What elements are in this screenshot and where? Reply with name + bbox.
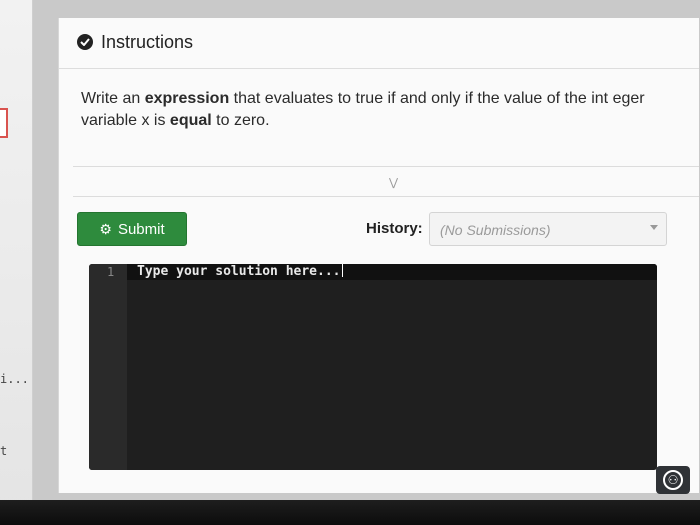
instructions-header[interactable]: Instructions [59,18,699,69]
divider [73,166,699,167]
left-panel: i... t [0,0,33,525]
instructions-card: Instructions Write an expression that ev… [58,18,699,493]
double-chevron-down-icon[interactable]: ⋁ [389,176,398,189]
history-label: History: [366,220,423,237]
divider [73,196,699,197]
history-select[interactable]: (No Submissions) [429,212,667,246]
chevron-down-icon [650,225,658,230]
text-cursor [341,264,343,277]
left-snippet-1: i... [0,372,29,386]
alert-marker [0,108,8,138]
check-circle-icon [77,34,93,50]
keyword-equal: equal [169,112,212,129]
editor-placeholder[interactable]: Type your solution here... [137,264,343,280]
submit-button[interactable]: ⚙ Submit [77,212,187,246]
keyword-expression: expression [144,90,230,107]
instructions-text: Write an expression that evaluates to tr… [81,90,645,129]
gear-icon: ⚙ [99,221,112,237]
accessibility-icon: ⚇ [663,470,683,490]
line-number: 1 [107,265,115,279]
left-snippet-2: t [0,444,8,458]
history-value: (No Submissions) [440,222,551,238]
accessibility-button[interactable]: ⚇ [656,466,690,494]
monitor-bezel [0,500,700,525]
submit-label: Submit [117,220,165,238]
code-editor[interactable]: 1 Type your solution here... [89,264,657,470]
editor-gutter: 1 [89,264,127,470]
instructions-title: Instructions [101,32,194,52]
